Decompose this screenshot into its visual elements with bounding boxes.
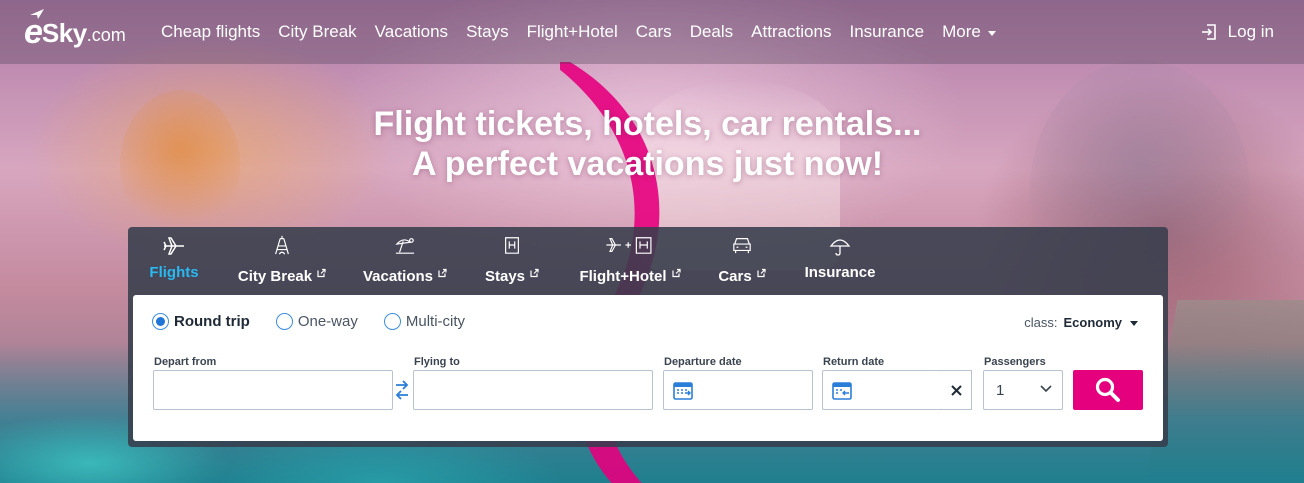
flying-to-label: Flying to <box>414 356 460 368</box>
external-link-icon <box>438 268 447 278</box>
passengers-label: Passengers <box>984 356 1046 368</box>
login-label: Log in <box>1227 22 1274 41</box>
flying-to-input[interactable] <box>414 371 652 409</box>
esky-logo[interactable]: e Sky .com <box>24 9 126 51</box>
calendar-departure-icon <box>673 382 693 400</box>
caret-down-icon <box>1130 321 1138 326</box>
login-icon <box>1201 24 1216 40</box>
return-date-label: Return date <box>823 356 885 368</box>
car-icon <box>733 238 751 254</box>
search-icon <box>1095 377 1120 402</box>
search-button[interactable] <box>1073 370 1143 410</box>
departure-date-field[interactable] <box>663 370 813 410</box>
logo-domain: .com <box>86 25 126 45</box>
tab-label: Vacations <box>362 268 434 285</box>
external-link-icon <box>530 268 539 278</box>
tab-vacations[interactable]: Vacations <box>362 235 448 291</box>
tab-label: City Break <box>237 268 313 285</box>
radio-multi-city[interactable]: Multi-city <box>383 313 466 330</box>
tab-insurance[interactable]: Insurance <box>802 235 878 291</box>
product-tabs: Flights City Break Vacations Stays Fligh… <box>128 227 1168 295</box>
return-date-field[interactable] <box>822 370 943 410</box>
nav-cars[interactable]: Cars <box>627 22 681 42</box>
eiffel-tower-icon <box>275 235 289 255</box>
nav-attractions[interactable]: Attractions <box>742 22 840 42</box>
search-panel: Flights City Break Vacations Stays Fligh… <box>128 227 1168 447</box>
trip-type-selector: Round trip One-way Multi-city <box>152 313 491 330</box>
nav-city-break[interactable]: City Break <box>269 22 365 42</box>
main-menu: Cheap flights City Break Vacations Stays… <box>152 0 1005 64</box>
tab-flights[interactable]: Flights <box>149 235 199 291</box>
cabin-class-dropdown[interactable]: class: Economy <box>1024 315 1138 330</box>
nav-flight-hotel[interactable]: Flight+Hotel <box>518 22 627 42</box>
tab-flight-hotel[interactable]: Flight+Hotel <box>576 235 684 291</box>
flight-search-form: Round trip One-way Multi-city class: Eco… <box>133 295 1163 441</box>
tab-cars[interactable]: Cars <box>716 235 768 291</box>
tab-label: Stays <box>484 268 526 285</box>
plane-hotel-icon <box>606 237 652 254</box>
passengers-select[interactable]: 1 <box>983 370 1063 410</box>
cabin-class-label: class: <box>1024 315 1058 330</box>
flying-to-field[interactable] <box>413 370 653 410</box>
radio-one-way[interactable]: One-way <box>275 313 358 330</box>
tab-label: Cars <box>718 268 752 285</box>
logo-letter-e: e <box>24 13 43 51</box>
close-icon <box>951 384 962 396</box>
hotel-icon <box>505 237 519 254</box>
tab-stays[interactable]: Stays <box>484 235 540 291</box>
radio-dot <box>275 313 293 330</box>
nav-more-dropdown[interactable]: More <box>933 22 1005 42</box>
radio-label: Round trip <box>174 313 250 330</box>
nav-more-label: More <box>942 22 981 41</box>
external-link-icon <box>671 268 681 278</box>
beach-umbrella-icon <box>395 238 415 254</box>
nav-cheap-flights[interactable]: Cheap flights <box>152 22 269 42</box>
radio-round-trip[interactable]: Round trip <box>152 313 250 330</box>
tab-label: Flight+Hotel <box>579 268 667 285</box>
depart-from-field[interactable] <box>153 370 393 410</box>
external-link-icon <box>757 268 766 278</box>
umbrella-icon <box>829 239 851 256</box>
passengers-value: 1 <box>996 382 1005 399</box>
clear-return-date-button[interactable] <box>942 370 972 410</box>
nav-deals[interactable]: Deals <box>681 22 742 42</box>
tab-city-break[interactable]: City Break <box>236 235 328 291</box>
tab-label: Flights <box>149 264 199 281</box>
cabin-class-value: Economy <box>1063 315 1122 330</box>
external-link-icon <box>317 268 326 278</box>
logo-plane-icon <box>30 9 44 19</box>
tab-label: Insurance <box>804 264 876 281</box>
logo-word-sky: Sky <box>41 18 87 48</box>
radio-label: One-way <box>297 313 358 330</box>
caret-down-icon <box>987 30 996 36</box>
chevron-down-icon <box>1040 385 1052 393</box>
swap-airports-icon[interactable] <box>395 377 409 403</box>
depart-from-label: Depart from <box>154 356 217 368</box>
headline-line-1: Flight tickets, hotels, car rentals... <box>373 105 922 143</box>
nav-vacations[interactable]: Vacations <box>366 22 457 42</box>
departure-date-label: Departure date <box>664 356 742 368</box>
login-button[interactable]: Log in <box>1200 0 1274 64</box>
radio-dot <box>152 313 169 330</box>
radio-label: Multi-city <box>405 313 466 330</box>
depart-from-input[interactable] <box>154 371 392 409</box>
headline-line-2: A perfect vacations just now! <box>411 145 884 183</box>
plane-icon <box>163 237 184 255</box>
nav-insurance[interactable]: Insurance <box>840 22 933 42</box>
top-navigation-bar: e Sky .com Cheap flights City Break Vaca… <box>0 0 1304 64</box>
radio-dot <box>383 313 401 330</box>
hero-headline: Flight tickets, hotels, car rentals... A… <box>0 104 1295 184</box>
calendar-return-icon <box>832 382 852 400</box>
nav-stays[interactable]: Stays <box>457 22 518 42</box>
